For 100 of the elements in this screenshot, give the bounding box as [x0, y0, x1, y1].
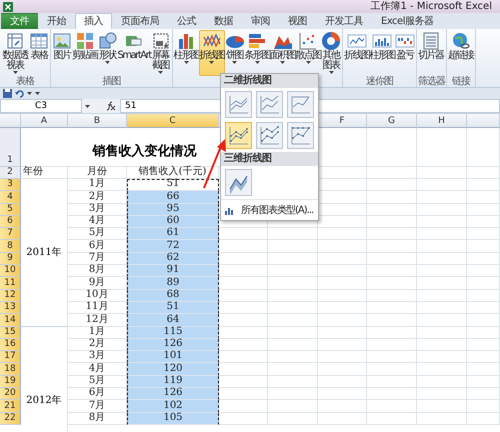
ribbon-tab[interactable]: 公式: [168, 13, 205, 29]
column-header[interactable]: F: [318, 114, 367, 128]
save-icon[interactable]: [3, 89, 12, 98]
ribbon-button[interactable]: SmartArt: [118, 30, 151, 76]
table-cell[interactable]: 51: [127, 179, 219, 192]
ribbon-button[interactable]: 剪贴画: [72, 30, 98, 76]
table-cell[interactable]: 120: [127, 363, 219, 376]
table-cell[interactable]: 102: [127, 400, 219, 413]
fx-icon[interactable]: [106, 101, 116, 111]
table-cell: [417, 388, 467, 400]
ribbon-button[interactable]: 散点图: [296, 30, 322, 76]
bar-chart-icon: [247, 31, 268, 51]
row-header[interactable]: 4: [0, 191, 21, 204]
ribbon-button[interactable]: 屏幕截图: [150, 30, 171, 76]
row-header[interactable]: 17: [0, 351, 21, 364]
menu-item[interactable]: 所有图表类型(A)...: [221, 199, 318, 220]
ribbon-button[interactable]: 数据透视表: [1, 30, 29, 76]
line-chart-thumbnail[interactable]: [256, 91, 283, 118]
table-cell[interactable]: 126: [127, 338, 219, 352]
ribbon-button[interactable]: 折线图: [344, 30, 370, 76]
table-cell: [268, 240, 318, 253]
ribbon-tab[interactable]: 开始: [38, 13, 75, 29]
column-header[interactable]: G: [367, 114, 417, 128]
row-header[interactable]: 9: [0, 252, 21, 266]
column-header[interactable]: C: [127, 114, 219, 128]
caret-icon[interactable]: [85, 104, 90, 108]
ribbon-tab[interactable]: 视图: [279, 13, 316, 29]
ribbon-tab[interactable]: 页面布局: [112, 13, 168, 29]
table-cell[interactable]: 64: [127, 314, 219, 327]
ribbon-button[interactable]: 超链接: [448, 30, 474, 76]
line-chart-thumbnail[interactable]: [225, 91, 252, 118]
ribbon-button[interactable]: 切片器: [418, 30, 444, 76]
ribbon-button[interactable]: 盈亏: [395, 30, 416, 76]
menu-section-header: 三维折线图: [221, 152, 318, 166]
table-cell[interactable]: 95: [127, 204, 219, 216]
table-cell[interactable]: 89: [127, 277, 219, 290]
select-all-corner[interactable]: [0, 114, 21, 128]
line-chart-thumbnail[interactable]: [225, 169, 252, 196]
column-header[interactable]: A: [21, 114, 68, 128]
column-header[interactable]: [467, 114, 500, 128]
table-cell[interactable]: 51: [127, 302, 219, 314]
row-header[interactable]: 18: [0, 363, 21, 376]
row-header[interactable]: 3: [0, 179, 21, 192]
row-header[interactable]: 21: [0, 400, 21, 413]
ribbon-button[interactable]: 折线图: [199, 30, 225, 76]
row-header[interactable]: 7: [0, 228, 21, 240]
row-header[interactable]: 14: [0, 314, 21, 327]
ribbon-button[interactable]: 形状: [98, 30, 118, 76]
ribbon-tab[interactable]: 开发工具: [316, 13, 372, 29]
table-cell[interactable]: 91: [127, 265, 219, 278]
row-header[interactable]: 15: [0, 326, 21, 339]
table-cell[interactable]: 126: [127, 388, 219, 400]
row-header[interactable]: 8: [0, 240, 21, 253]
table-cell[interactable]: 60: [127, 216, 219, 228]
ribbon-tab[interactable]: 审阅: [242, 13, 279, 29]
table-cell[interactable]: 68: [127, 290, 219, 302]
ribbon-tab[interactable]: 插入: [75, 13, 112, 29]
row-header[interactable]: 19: [0, 376, 21, 388]
ribbon-tab[interactable]: Excel服务器: [372, 13, 442, 29]
table-cell[interactable]: 101: [127, 351, 219, 364]
table-cell: 8月: [68, 265, 127, 278]
row-header[interactable]: 2: [0, 167, 21, 179]
table-cell[interactable]: 105: [127, 412, 219, 425]
row-header[interactable]: 16: [0, 338, 21, 352]
line-chart-thumbnail[interactable]: [287, 122, 314, 149]
ribbon-button[interactable]: 图片: [52, 30, 72, 76]
row-header[interactable]: 1: [0, 128, 21, 167]
table-cell[interactable]: 119: [127, 376, 219, 388]
table-cell[interactable]: 115: [127, 326, 219, 339]
line-chart-thumbnail[interactable]: [225, 122, 252, 149]
name-box[interactable]: C3: [0, 99, 82, 113]
row-header[interactable]: 22: [0, 412, 21, 425]
row-header[interactable]: 5: [0, 204, 21, 216]
table-cell: [417, 302, 467, 314]
row-header[interactable]: 20: [0, 388, 21, 400]
row-header[interactable]: 6: [0, 216, 21, 228]
ribbon-button[interactable]: 饼图: [224, 30, 245, 76]
ribbon-button[interactable]: 其他图表: [321, 30, 342, 76]
ribbon-tab[interactable]: 数据: [205, 13, 242, 29]
row-header[interactable]: 11: [0, 277, 21, 290]
table-cell[interactable]: 72: [127, 240, 219, 253]
ribbon-button[interactable]: 面积图: [270, 30, 296, 76]
ribbon-button[interactable]: 柱形图: [370, 30, 396, 76]
table-cell[interactable]: 61: [127, 228, 219, 240]
line-chart-thumbnail[interactable]: [256, 122, 283, 149]
scatter-chart-icon: [298, 31, 318, 51]
undo-icon[interactable]: [15, 89, 24, 98]
row-header[interactable]: 12: [0, 290, 21, 302]
column-header[interactable]: H: [417, 114, 467, 128]
ribbon-button[interactable]: 条形图: [244, 30, 270, 76]
line-chart-thumbnail[interactable]: [287, 91, 314, 118]
table-cell[interactable]: 66: [127, 191, 219, 204]
ribbon-button[interactable]: 表格: [29, 30, 49, 76]
table-cell: [318, 252, 367, 266]
column-header[interactable]: B: [68, 114, 127, 128]
row-header[interactable]: 13: [0, 302, 21, 314]
file-tab[interactable]: 文件: [1, 13, 38, 29]
row-header[interactable]: 10: [0, 265, 21, 278]
table-cell: [268, 252, 318, 266]
table-cell[interactable]: 62: [127, 252, 219, 266]
